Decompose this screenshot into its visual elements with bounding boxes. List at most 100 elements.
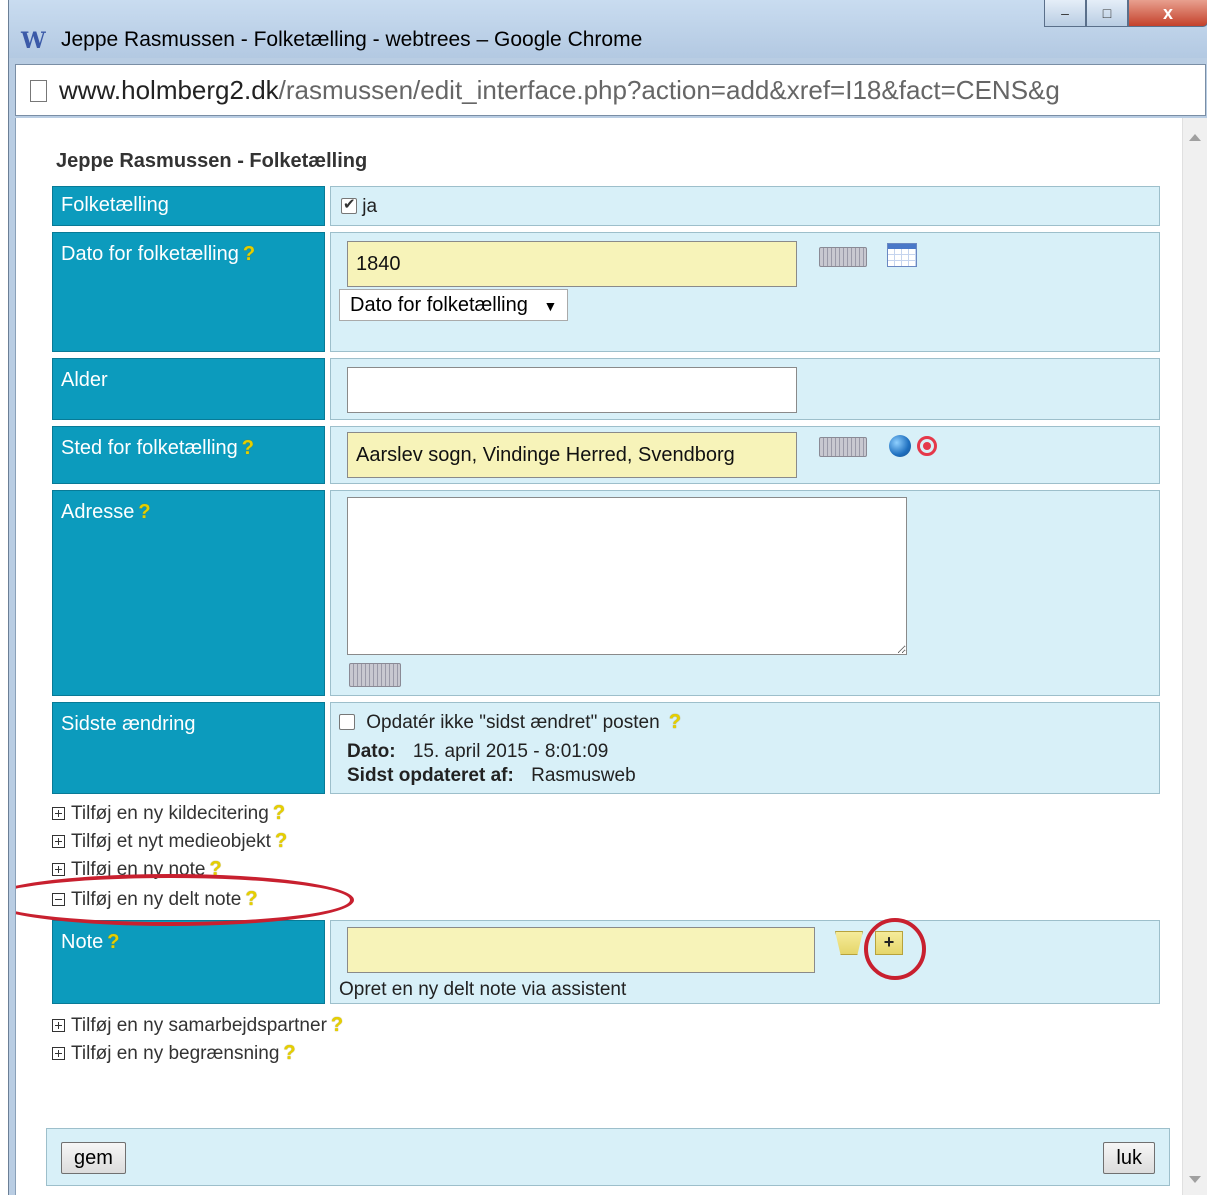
footer-bar: gem luk [46,1128,1170,1186]
keyboard-icon[interactable] [819,437,867,457]
last-change-value: Opdatér ikke "sidst ændret" posten ? Dat… [330,702,1160,794]
date-input[interactable] [347,241,797,287]
updated-by-label: Sidst opdateret af: [347,765,514,786]
plus-icon [52,1019,65,1032]
add-note-link[interactable]: Tilføj en ny note? [52,858,222,881]
maximize-button[interactable]: □ [1086,0,1128,27]
target-icon[interactable] [917,436,937,456]
browser-window: W Jeppe Rasmussen - Folketælling - webtr… [8,0,1207,1195]
age-input[interactable] [347,367,797,413]
add-media-label: Tilføj et nyt medieobjekt [71,831,271,852]
note-label: Note? [52,920,325,1004]
page-icon [30,80,47,102]
note-label-text: Note [61,931,104,953]
note-value: + Opret en ny delt note via assistent [330,920,1160,1004]
close-button[interactable]: luk [1103,1142,1155,1174]
census-label: Folketælling [52,186,325,226]
census-checkbox-label: ja [362,196,378,217]
date-value: 15. april 2015 - 8:01:09 [412,741,609,762]
associate-help-icon[interactable]: ? [331,1014,343,1037]
date-label: Dato for folketælling? [52,232,325,352]
place-row: Sted for folketælling? [52,426,1160,484]
address-label: Adresse? [52,490,325,696]
add-source-label: Tilføj en ny kildecitering [71,803,269,824]
source-help-icon[interactable]: ? [273,802,285,825]
census-checkbox[interactable] [341,195,357,214]
close-window-button[interactable]: x [1128,0,1207,27]
age-row: Alder [52,358,1160,420]
scroll-up-icon[interactable] [1189,134,1201,141]
address-help-icon[interactable]: ? [138,501,150,524]
add-associate-link[interactable]: Tilføj en ny samarbejdspartner? [52,1014,343,1037]
window-controls: – □ x [1044,0,1207,28]
address-bar[interactable]: www.holmberg2.dk/rasmussen/edit_interfac… [15,64,1206,116]
page-title: Jeppe Rasmussen - Folketælling [56,150,368,172]
date-help-icon[interactable]: ? [243,243,255,266]
address-textarea[interactable] [347,497,907,655]
date-type-select-value: Dato for folketælling [350,294,528,316]
title-bar: W Jeppe Rasmussen - Folketælling - webtr… [9,0,1207,58]
last-change-label: Sidste ændring [52,702,325,794]
media-help-icon[interactable]: ? [275,830,287,853]
plus-icon [52,807,65,820]
place-help-icon[interactable]: ? [242,437,254,460]
keyboard-icon[interactable] [349,663,401,687]
date-type-select[interactable]: Dato for folketælling ▼ [339,289,569,321]
keyboard-icon[interactable] [819,247,867,267]
add-shared-note-label: Tilføj en ny delt note [71,889,242,910]
add-restriction-label: Tilføj en ny begrænsning [71,1043,280,1064]
date-label-text: Dato for folketælling [61,243,239,265]
place-label-text: Sted for folketælling [61,437,238,459]
place-value [330,426,1160,484]
note-field-help-icon[interactable]: ? [107,931,119,954]
no-update-checkbox[interactable] [339,714,355,730]
chevron-down-icon: ▼ [543,298,558,314]
place-label: Sted for folketælling? [52,426,325,484]
address-row: Adresse? [52,490,1160,696]
add-restriction-link[interactable]: Tilføj en ny begrænsning? [52,1042,296,1065]
last-change-label-text: Sidste ændring [61,713,196,735]
address-label-text: Adresse [61,501,135,523]
census-row: Folketælling ja [52,186,1160,226]
minus-icon [52,893,65,906]
add-source-link[interactable]: Tilføj en ny kildecitering? [52,802,285,825]
add-media-link[interactable]: Tilføj et nyt medieobjekt? [52,830,287,853]
plus-icon [52,1047,65,1060]
create-note-icon[interactable]: + [875,931,903,955]
window-title: Jeppe Rasmussen - Folketælling - webtree… [61,28,643,51]
census-label-text: Folketælling [61,194,169,216]
save-button[interactable]: gem [61,1142,126,1174]
plus-icon [52,863,65,876]
age-value [330,358,1160,420]
updated-by-value: Rasmusweb [531,765,636,786]
vertical-scrollbar[interactable] [1182,118,1207,1195]
calendar-icon[interactable] [887,243,917,267]
no-update-help-icon[interactable]: ? [669,711,681,734]
census-value: ja [330,186,1160,226]
url-path: /rasmussen/edit_interface.php?action=add… [278,75,1060,105]
age-label-text: Alder [61,369,108,391]
find-note-icon[interactable] [835,931,863,955]
create-note-assistant-text: Opret en ny delt note via assistent [339,979,627,1000]
page-viewport: Jeppe Rasmussen - Folketælling Folketæll… [15,118,1207,1195]
add-associate-label: Tilføj en ny samarbejdspartner [71,1015,327,1036]
shared-note-help-icon[interactable]: ? [245,888,257,911]
address-value [330,490,1160,696]
last-change-row: Sidste ændring Opdatér ikke "sidst ændre… [52,702,1160,794]
date-label: Dato: [347,741,396,762]
restriction-help-icon[interactable]: ? [283,1042,295,1065]
url-host: www.holmberg2.dk [59,75,279,105]
note-help-icon[interactable]: ? [209,858,221,881]
minimize-button[interactable]: – [1044,0,1086,27]
globe-icon[interactable] [889,435,911,457]
no-update-label: Opdatér ikke "sidst ændret" posten [366,712,660,733]
plus-icon [52,835,65,848]
age-label: Alder [52,358,325,420]
scroll-down-icon[interactable] [1189,1176,1201,1183]
shared-note-input[interactable] [347,927,815,973]
note-row: Note? + Opret en ny delt note via assist… [52,920,1160,1004]
webtrees-logo-icon: W [21,28,46,54]
add-shared-note-link[interactable]: Tilføj en ny delt note? [52,888,258,911]
place-input[interactable] [347,432,797,478]
date-value: Dato for folketælling ▼ [330,232,1160,352]
